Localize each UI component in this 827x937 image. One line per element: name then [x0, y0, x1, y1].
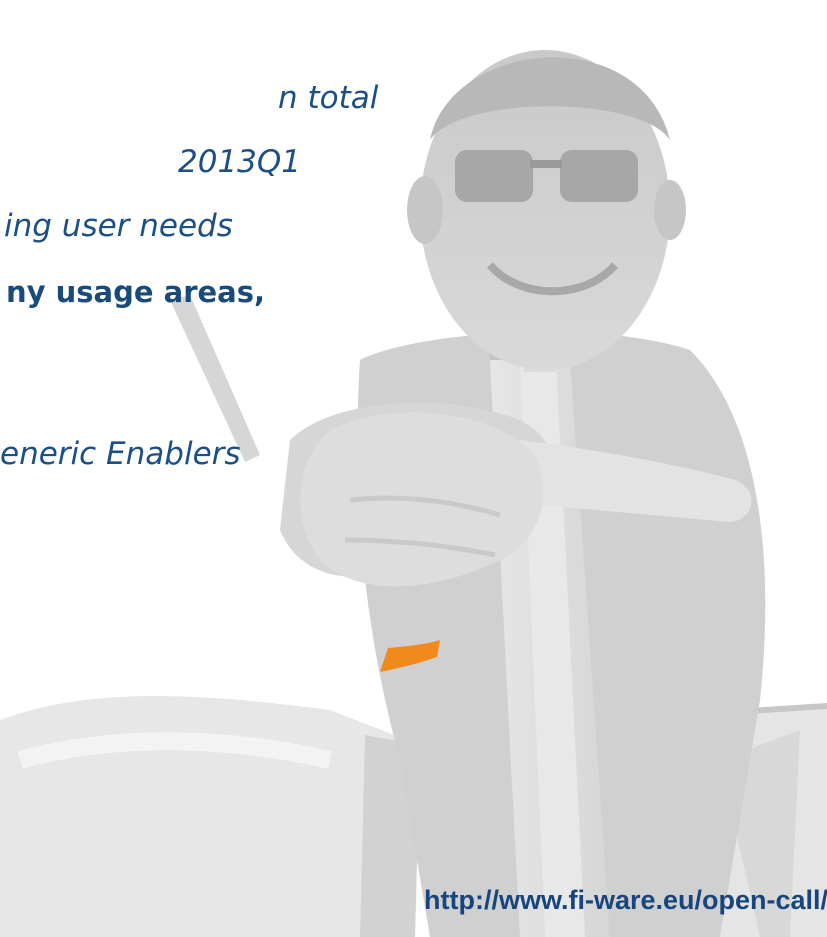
text-line-4-bold: ny usage areas, — [6, 275, 266, 309]
sunglasses-right-lens — [560, 150, 638, 202]
sunglasses-left-lens — [455, 150, 533, 202]
text-line-1: n total — [278, 80, 379, 116]
text-line-5: eneric Enablers — [0, 436, 241, 472]
ear-right — [654, 180, 686, 240]
open-call-link[interactable]: http://www.fi-ware.eu/open-call/ — [424, 883, 827, 917]
car-door-shape — [0, 696, 420, 937]
ear-left — [407, 176, 443, 244]
text-line-2: 2013Q1 — [178, 144, 302, 180]
sunglasses-bridge — [530, 160, 562, 168]
text-line-3: ing user needs — [4, 208, 233, 244]
